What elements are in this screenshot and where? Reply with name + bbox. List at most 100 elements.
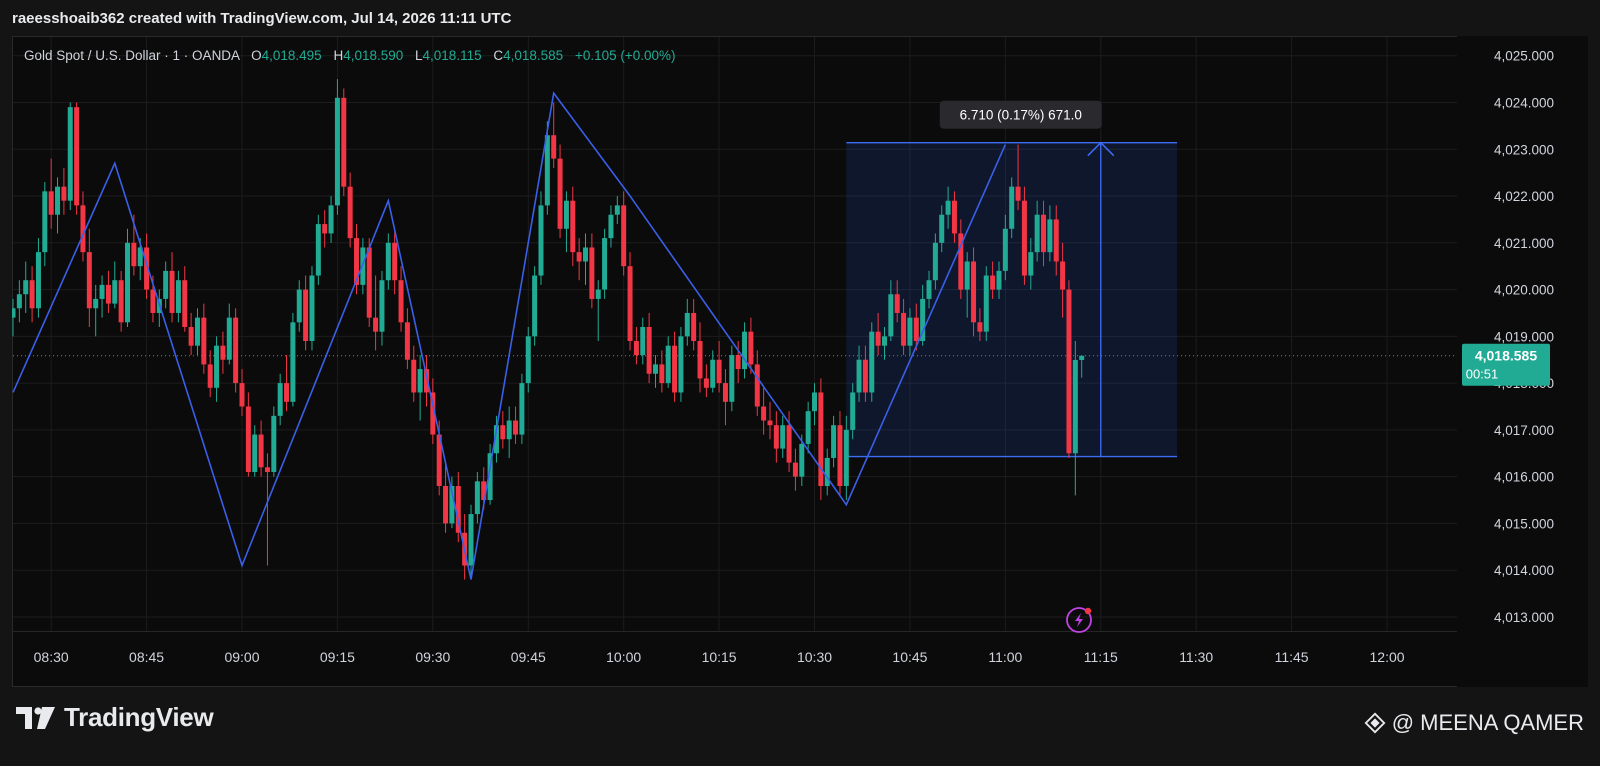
candle-body: [595, 289, 601, 299]
candle: [754, 350, 760, 416]
candle-body: [175, 280, 181, 313]
candle-body: [583, 247, 589, 262]
price-tick-label: 4,019.000: [1494, 329, 1554, 344]
candle-body: [23, 280, 29, 295]
candle-body: [404, 322, 410, 360]
candle: [1066, 280, 1072, 458]
candle-body: [328, 205, 334, 234]
candle: [341, 88, 347, 197]
candle: [684, 298, 690, 346]
candle: [767, 401, 773, 440]
time-tick-label: 12:00: [1370, 649, 1405, 665]
candle: [214, 336, 220, 402]
candle-body: [894, 294, 900, 313]
candle-body: [366, 247, 372, 318]
time-tick-label: 10:00: [606, 649, 641, 665]
price-tick-label: 4,017.000: [1494, 423, 1554, 438]
candle: [831, 415, 837, 468]
candle: [506, 406, 512, 458]
candle-body: [12, 308, 16, 318]
candle: [16, 280, 22, 323]
candle-body: [500, 425, 506, 440]
candle-body: [315, 224, 321, 276]
open-label: O: [251, 48, 262, 63]
candle: [983, 266, 989, 342]
candle-body: [951, 200, 957, 234]
candle: [67, 102, 73, 211]
candle-body: [379, 280, 385, 332]
symbol-name[interactable]: Gold Spot / U.S. Dollar · 1 · OANDA: [24, 48, 239, 63]
candle-body: [576, 252, 582, 262]
candle: [175, 270, 181, 323]
candle-body: [188, 326, 194, 346]
candle-body: [742, 331, 748, 370]
candle-body: [42, 191, 48, 253]
candle-body: [48, 191, 54, 215]
candle-body: [303, 289, 309, 342]
candle-body: [856, 359, 862, 393]
tradingview-logo[interactable]: TradingView: [16, 702, 214, 733]
candle-body: [252, 434, 258, 472]
candle: [513, 406, 519, 444]
candle: [12, 298, 16, 337]
candle-body: [245, 406, 251, 472]
candle-body: [271, 415, 277, 472]
candle-body: [194, 317, 200, 346]
candle: [697, 322, 703, 393]
flash-bolt: [1075, 613, 1083, 627]
candle-body: [901, 312, 907, 346]
candle-body: [614, 205, 620, 215]
candle: [525, 326, 531, 393]
candle-body: [411, 359, 417, 393]
price-tick-label: 4,014.000: [1494, 563, 1554, 578]
candle-body: [964, 261, 970, 290]
candle-body: [589, 247, 595, 299]
candle: [309, 266, 315, 351]
time-tick-label: 10:15: [702, 649, 737, 665]
candle: [532, 266, 538, 346]
candle: [812, 383, 818, 426]
candle: [80, 191, 86, 262]
candle-body: [1060, 261, 1066, 290]
watermark-credit: @ MEENA QAMER: [1364, 710, 1584, 736]
candle-body: [945, 200, 951, 215]
candle: [296, 280, 302, 332]
attribution-text: raeesshoaib362 created with TradingView.…: [12, 10, 512, 27]
candle-body: [1015, 186, 1021, 201]
candle: [710, 350, 716, 393]
candle-body: [385, 242, 391, 281]
candle-body: [684, 312, 690, 337]
candle: [315, 214, 321, 285]
candle-body: [277, 383, 283, 416]
candle-body: [570, 200, 576, 253]
candle: [93, 284, 99, 337]
candle: [614, 196, 620, 225]
candle: [557, 144, 563, 239]
candle: [258, 420, 264, 477]
candle: [322, 210, 328, 248]
candle-body: [93, 298, 99, 309]
candle-body: [417, 369, 423, 393]
candle-body: [633, 341, 639, 356]
candle: [284, 355, 290, 412]
candle: [125, 228, 131, 327]
candle-body: [443, 486, 449, 524]
time-tick-label: 11:30: [1179, 649, 1213, 665]
candle-body: [80, 205, 86, 253]
candle: [608, 205, 614, 248]
candle-body: [373, 317, 379, 332]
candle-body: [691, 312, 697, 342]
candle: [334, 79, 340, 215]
candle: [665, 336, 671, 388]
candle-body: [125, 242, 131, 323]
candle-body: [881, 336, 887, 346]
candlestick-chart[interactable]: 6.710 (0.17%) 671.0 4,025.0004,024.0004,…: [12, 36, 1588, 687]
candle-body: [201, 317, 207, 365]
low-value: 4,018.115: [422, 48, 482, 63]
candle-body: [474, 481, 480, 515]
candle: [277, 373, 283, 426]
candle-body: [608, 214, 614, 239]
time-tick-label: 09:45: [511, 649, 546, 665]
candle: [328, 196, 334, 243]
candle-body: [1047, 219, 1053, 253]
